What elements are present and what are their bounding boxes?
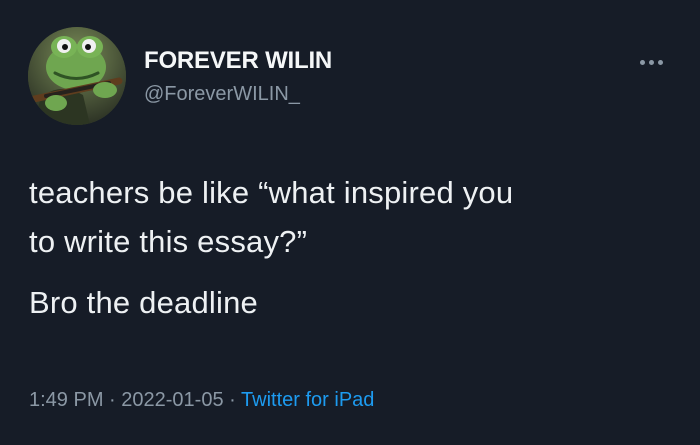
more-options-button[interactable] — [632, 50, 670, 74]
tweet-date[interactable]: 2022-01-05 — [121, 389, 223, 411]
tweet-text-line: teachers be like “what inspired you — [29, 175, 514, 210]
author-avatar[interactable] — [28, 27, 126, 125]
tweet-time[interactable]: 1:49 PM — [29, 389, 103, 411]
meta-separator: · — [109, 389, 116, 411]
more-horizontal-icon — [657, 59, 663, 65]
more-horizontal-icon — [648, 59, 654, 65]
meta-separator: · — [229, 389, 236, 411]
tweet-text-line: to write this essay?” — [29, 224, 308, 259]
tweet-body: teachers be like “what inspired you to w… — [29, 168, 669, 327]
author-handle[interactable]: @ForeverWILIN_ — [144, 82, 300, 106]
author-display-name[interactable]: FOREVER WILIN — [144, 47, 332, 75]
frog-avatar-icon — [28, 27, 126, 125]
tweet-card: FOREVER WILIN @ForeverWILIN_ teachers be… — [0, 0, 700, 445]
tweet-text-line: Bro the deadline — [29, 285, 258, 320]
tweet-metadata: 1:49 PM · 2022-01-05 · Twitter for iPad — [29, 386, 374, 414]
tweet-source-link[interactable]: Twitter for iPad — [241, 389, 374, 411]
more-horizontal-icon — [639, 59, 645, 65]
